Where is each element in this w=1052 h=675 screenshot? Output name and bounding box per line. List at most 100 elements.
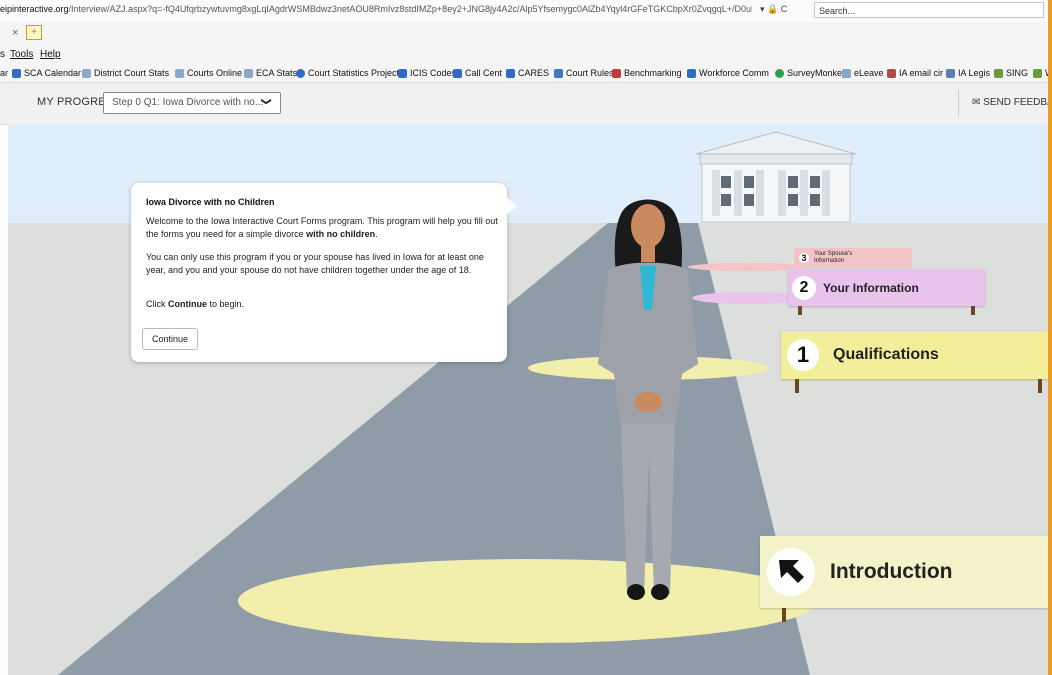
- dialog-text: Click: [146, 299, 168, 309]
- bookmark-benchmarking[interactable]: Benchmarking: [612, 68, 682, 78]
- sign-post: [782, 608, 786, 622]
- bookmark-label: SING: [1006, 68, 1029, 78]
- bookmark-label: IA Legis: [958, 68, 991, 78]
- url-controls[interactable]: ▾ 🔒 C: [760, 4, 787, 15]
- bookmark-icon: [82, 68, 91, 78]
- bookmark-icon: [687, 68, 696, 78]
- bookmark-icon: [946, 68, 955, 78]
- tab-close-icon[interactable]: ×: [12, 27, 18, 39]
- step3-label: Your Spouse's Information: [814, 251, 853, 264]
- bookmark-icon: [887, 68, 896, 78]
- dialog-paragraph-requirements: You can only use this program if you or …: [146, 252, 484, 275]
- scrollbar[interactable]: [1048, 0, 1052, 675]
- bookmark-icon: [244, 68, 253, 78]
- url-host: eipinteractive.org: [0, 4, 69, 14]
- bookmark-label: Court Statistics Project: [308, 68, 400, 78]
- dialog-paragraph-instruction: Click Continue to begin.: [146, 298, 498, 311]
- sign-post: [1038, 379, 1042, 393]
- introduction-sign[interactable]: Introduction: [760, 536, 1048, 608]
- bookmark-surveymonkey[interactable]: SurveyMonkey: [775, 68, 847, 78]
- browser-search-input[interactable]: Search...: [814, 2, 1044, 18]
- url-field[interactable]: eipinteractive.org/Interview/AZJ.aspx?q=…: [0, 4, 752, 18]
- url-path: /Interview/AZJ.aspx?q=-fQ4Ufqrbzywtuvmg8…: [68, 4, 752, 14]
- bookmark-label: Benchmarking: [624, 68, 682, 78]
- bookmark-courts-online[interactable]: Courts Online: [175, 68, 242, 78]
- bookmark-label: Court Rules: [566, 68, 614, 78]
- sign-post: [798, 306, 802, 315]
- bookmark-icon: [1033, 68, 1042, 78]
- step3-sign[interactable]: 3 Your Spouse's Information: [794, 248, 912, 268]
- tab-strip: [0, 22, 1052, 46]
- bookmark-icon: [612, 68, 621, 78]
- introduction-label: Introduction: [830, 560, 953, 583]
- dialog-paragraph-welcome: Welcome to the Iowa Interactive Court Fo…: [146, 215, 498, 240]
- step1-sign[interactable]: 1 Qualifications: [781, 331, 1048, 379]
- chevron-down-icon[interactable]: ❯: [261, 97, 272, 105]
- bookmark-sca-calendar[interactable]: SCA Calendar: [12, 68, 81, 78]
- bookmark-label: Workforce Comm: [699, 68, 769, 78]
- arrow-up-left-icon: [767, 548, 815, 596]
- dialog-text-bold: with no children: [306, 228, 376, 239]
- bookmark-icon: [175, 68, 184, 78]
- bookmark-call-cent[interactable]: Call Cent: [453, 68, 502, 78]
- bookmark-court-rules[interactable]: Court Rules: [554, 68, 614, 78]
- bookmark-icon: [398, 68, 407, 78]
- bookmark-label: Call Cent: [465, 68, 503, 78]
- menu-bar: s Tools Help: [0, 46, 1052, 64]
- bookmark-icon: [506, 68, 515, 78]
- bookmark-icon: [994, 68, 1003, 78]
- send-feedback-label: SEND FEEDBA: [983, 97, 1052, 108]
- step1-number: 1: [787, 339, 819, 371]
- bookmark-eca-stats[interactable]: ECA Stats: [244, 68, 297, 78]
- dialog-text: to begin.: [207, 299, 245, 309]
- dialog-text: .: [375, 228, 378, 239]
- bookmark-label: ICIS Codes: [410, 68, 457, 78]
- sign-post: [795, 379, 799, 393]
- bookmark-label: IA email cir: [899, 68, 944, 78]
- bookmark-label: ECA Stats: [256, 68, 298, 78]
- bookmarks-bar: ar SCA Calendar District Court Stats Cou…: [0, 64, 1052, 83]
- bookmark-icon: [12, 68, 21, 78]
- bookmark-icis-codes[interactable]: ICIS Codes: [398, 68, 456, 78]
- bookmark-district-court-stats[interactable]: District Court Stats: [82, 68, 169, 78]
- continue-button[interactable]: Continue: [142, 328, 198, 350]
- bookmark-workforce-comm[interactable]: Workforce Comm: [687, 68, 769, 78]
- bookmark-icon: [842, 68, 851, 78]
- step1-label: Qualifications: [833, 346, 939, 363]
- spotlight-intro: [238, 559, 818, 643]
- bookmark-icon: [775, 68, 784, 78]
- sign-post: [971, 306, 975, 315]
- bookmark-icon: [554, 68, 563, 78]
- envelope-icon: ✉: [972, 97, 981, 108]
- menu-item-s[interactable]: s: [0, 49, 5, 60]
- bookmark-icon: [453, 68, 462, 78]
- bookmark-label: eLeave: [854, 68, 884, 78]
- courthouse-icon: [695, 131, 857, 223]
- bookmark-ia-legis[interactable]: IA Legis: [946, 68, 990, 78]
- bookmark-sing[interactable]: SING: [994, 68, 1028, 78]
- bookmark-label: CARES: [518, 68, 550, 78]
- step2-number: 2: [792, 275, 816, 300]
- new-tab-icon[interactable]: +: [26, 25, 42, 40]
- bookmark-eleave[interactable]: eLeave: [842, 68, 884, 78]
- dialog-title: Iowa Divorce with no Children: [146, 197, 275, 207]
- bookmark-label: Courts Online: [187, 68, 243, 78]
- step2-sign[interactable]: 2 Your Information: [788, 269, 985, 306]
- bookmark-court-statistics-project[interactable]: Court Statistics Project: [296, 68, 399, 78]
- bookmark-label: SurveyMonkey: [787, 68, 847, 78]
- bookmark-icon: [296, 68, 305, 78]
- step3-number: 3: [799, 253, 809, 263]
- bookmark-label: District Court Stats: [94, 68, 170, 78]
- send-feedback-button[interactable]: ✉ SEND FEEDBA: [972, 97, 1052, 108]
- bookmark-prefix: ar: [0, 68, 9, 78]
- toolbar-divider: [958, 90, 959, 117]
- bookmark-cares[interactable]: CARES: [506, 68, 549, 78]
- progress-step-select[interactable]: Step 0 Q1: Iowa Divorce with no...: [103, 92, 281, 114]
- dialog-pointer: [505, 196, 517, 216]
- dialog-text-bold: Continue: [168, 299, 207, 309]
- step2-label: Your Information: [823, 280, 919, 295]
- bookmark-ia-email[interactable]: IA email cir: [887, 68, 943, 78]
- menu-item-help[interactable]: Help: [40, 49, 61, 60]
- menu-item-tools[interactable]: Tools: [10, 49, 33, 60]
- bookmark-label: SCA Calendar: [24, 68, 82, 78]
